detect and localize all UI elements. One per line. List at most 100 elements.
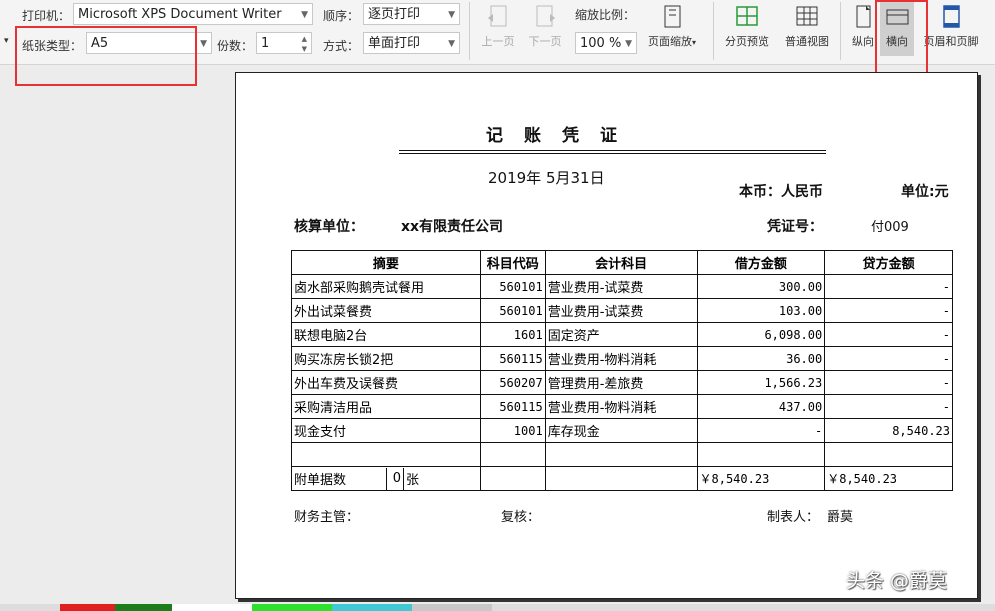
cell-summary: 外出车费及误餐费 xyxy=(291,370,481,395)
voucher-no-value: 付009 xyxy=(871,220,909,235)
prev-page-label: 上一页 xyxy=(481,35,515,48)
cell-debit: - xyxy=(696,418,826,443)
cell-code: 560101 xyxy=(479,298,546,323)
color-block xyxy=(115,604,172,611)
cell-code: 560115 xyxy=(479,394,546,419)
page-zoom-button[interactable]: 页面缩放▾ xyxy=(642,4,702,49)
page-break-preview-button[interactable]: 分页预览 xyxy=(719,4,775,49)
printer-select[interactable]: Microsoft XPS Document Writer ▼ xyxy=(73,3,313,25)
cell-debit: 1,566.23 xyxy=(696,370,826,395)
cell-debit: 103.00 xyxy=(696,298,826,323)
cell-code: 560101 xyxy=(479,274,546,299)
color-block xyxy=(412,604,492,611)
cell-credit xyxy=(824,442,953,467)
col-header: 借方金额 xyxy=(696,250,826,275)
cell-account: 营业费用-物料消耗 xyxy=(544,346,698,371)
col-header: 科目代码 xyxy=(479,250,546,275)
col-header: 会计科目 xyxy=(544,250,698,275)
attachments-count: 0 xyxy=(386,467,404,490)
table-row xyxy=(291,442,953,467)
cell-summary: 购买冻房长锁2把 xyxy=(291,346,481,371)
cell-code: 560115 xyxy=(479,346,546,371)
zoom-value: 100 % xyxy=(580,36,622,51)
mode-label: 方式： xyxy=(323,39,360,53)
copies-label: 份数： xyxy=(217,39,254,53)
table-row: 采购清洁用品 560115 营业费用-物料消耗 437.00- xyxy=(291,394,953,419)
stepper-arrows-icon[interactable]: ▲ ▼ xyxy=(302,34,307,53)
chevron-down-icon: ▼ xyxy=(448,10,455,20)
cell-credit: - xyxy=(824,298,953,323)
cell-code: 1001 xyxy=(479,418,546,443)
cell-code: 1601 xyxy=(479,322,546,347)
chevron-left-icon[interactable]: ▾ xyxy=(4,36,9,46)
page-break-icon xyxy=(734,4,760,30)
copies-value: 1 xyxy=(261,36,270,51)
voucher-table: 摘要 科目代码 会计科目 借方金额 贷方金额 卤水部采购鹅壳试餐用 560101 营… xyxy=(291,250,953,491)
table-header-row: 摘要 科目代码 会计科目 借方金额 贷方金额 xyxy=(291,250,953,275)
toolbar-divider xyxy=(469,2,470,60)
chevron-down-icon: ▼ xyxy=(200,39,207,49)
org-value: xx有限责任公司 xyxy=(401,219,504,235)
cell-credit: - xyxy=(824,274,953,299)
normal-view-button[interactable]: 普通视图 xyxy=(779,4,835,49)
next-page-label: 下一页 xyxy=(528,35,562,48)
table-row: 卤水部采购鹅壳试餐用 560101 营业费用-试菜费 300.00- xyxy=(291,274,953,299)
preparer-value: 爵莫 xyxy=(827,510,854,525)
bottom-strip xyxy=(0,604,995,611)
page-zoom-label: 页面缩放 xyxy=(647,35,692,48)
normal-view-label: 普通视图 xyxy=(785,35,829,48)
table-row: 联想电脑2台 1601 固定资产 6,098.00- xyxy=(291,322,953,347)
watermark: 头条 @爵莫 xyxy=(846,570,948,592)
cell-credit: - xyxy=(824,370,953,395)
cell-account: 固定资产 xyxy=(544,322,698,347)
next-page-button[interactable]: 下一页 xyxy=(525,4,565,49)
cell-account: 库存现金 xyxy=(544,418,698,443)
currency-text: 本币：人民币 xyxy=(739,184,823,200)
attachments-label: 附单据数 xyxy=(294,473,347,488)
cell-debit: 36.00 xyxy=(696,346,826,371)
unit-text: 单位:元 xyxy=(901,184,949,200)
cell-credit: - xyxy=(824,322,953,347)
cell-summary xyxy=(291,442,481,467)
portrait-page-icon xyxy=(850,4,876,30)
org-label: 核算单位： xyxy=(294,219,364,235)
color-block xyxy=(60,604,115,611)
cell-code: 560207 xyxy=(479,370,546,395)
attachments-unit: 张 xyxy=(406,473,420,488)
copies-stepper[interactable]: 1 ▲ ▼ xyxy=(256,32,312,54)
cell-account xyxy=(544,442,698,467)
cell-debit: 6,098.00 xyxy=(696,322,826,347)
overflow-icon xyxy=(987,4,995,30)
color-block xyxy=(172,604,252,611)
mode-select[interactable]: 单面打印 ▼ xyxy=(363,32,460,54)
cell-summary: 卤水部采购鹅壳试餐用 xyxy=(291,274,481,299)
cell-empty xyxy=(544,466,698,491)
cell-debit: 300.00 xyxy=(696,274,826,299)
header-footer-button[interactable]: 页眉和页脚 xyxy=(920,4,982,49)
chevron-down-icon: ▼ xyxy=(448,39,455,49)
chevron-down-icon: ▾ xyxy=(691,38,696,47)
next-page-icon xyxy=(532,4,558,30)
table-row: 外出车费及误餐费 560207 管理费用-差旅费 1,566.23- xyxy=(291,370,953,395)
col-header: 摘要 xyxy=(291,250,481,275)
order-select[interactable]: 逐页打印 ▼ xyxy=(363,3,460,25)
cell-code xyxy=(479,442,546,467)
order-value: 逐页打印 xyxy=(368,7,421,22)
toolbar-overflow-button[interactable] xyxy=(986,4,995,33)
cell-credit: - xyxy=(824,346,953,371)
zoom-select[interactable]: 100 % ▼ xyxy=(575,32,637,54)
cell-summary: 外出试菜餐费 xyxy=(291,298,481,323)
preparer-label: 制表人： xyxy=(767,510,820,525)
color-block xyxy=(252,604,332,611)
cell-empty xyxy=(479,466,546,491)
page-zoom-icon xyxy=(659,4,685,30)
voucher-date: 2019年 5月31日 xyxy=(488,169,605,187)
color-block xyxy=(332,604,412,611)
credit-total: ￥8,540.23 xyxy=(824,466,953,491)
prev-page-button[interactable]: 上一页 xyxy=(478,4,518,49)
header-footer-icon xyxy=(938,4,964,30)
title-underline xyxy=(399,150,826,154)
grid-icon xyxy=(794,4,820,30)
reviewer-label: 复核： xyxy=(501,510,541,525)
zoom-label: 缩放比例： xyxy=(575,8,636,22)
